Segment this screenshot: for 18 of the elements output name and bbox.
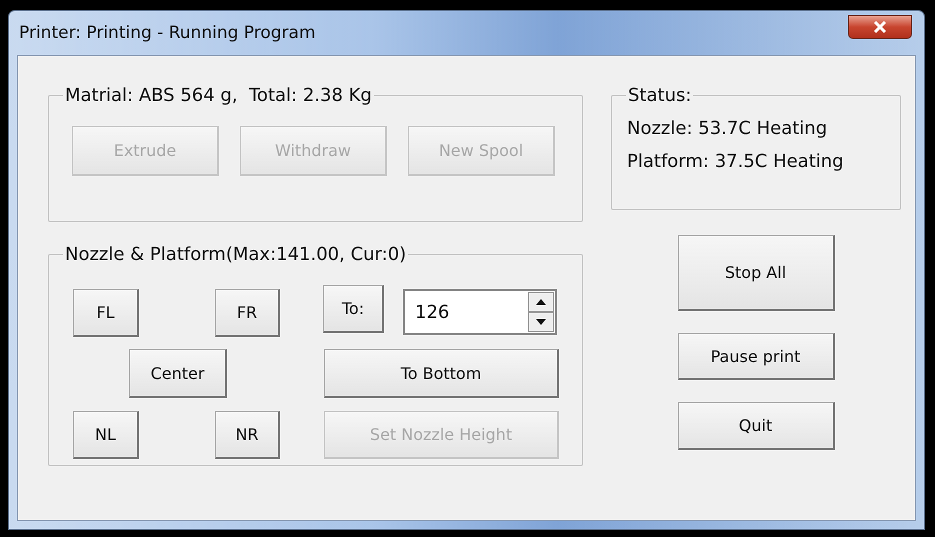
go-to-button[interactable]: To: (323, 285, 384, 333)
move-button[interactable]: FR (215, 289, 280, 337)
close-icon (873, 21, 887, 33)
move-button[interactable]: NR (215, 411, 280, 459)
group-title: Matrial: ABS 564 g, Total: 2.38 Kg (64, 85, 373, 106)
status-text: Platform: 37.5C Heating (627, 151, 845, 172)
control-button[interactable]: Quit (678, 402, 834, 450)
control-button[interactable]: Pause print (678, 333, 834, 380)
window-title: Printer: Printing - Running Program (19, 23, 316, 43)
status-text: Nozzle: 53.7C Heating (627, 118, 828, 139)
move-button[interactable]: NL (73, 411, 139, 459)
action-button[interactable]: To Bottom (324, 349, 559, 398)
control-button[interactable]: Stop All (678, 235, 834, 311)
group-title: Status: (627, 85, 692, 106)
move-button[interactable]: FL (73, 289, 139, 337)
close-button[interactable] (848, 15, 912, 39)
group-title: Nozzle & Platform(Max:141.00, Cur:0) (64, 244, 408, 265)
move-button[interactable]: Center (129, 349, 227, 398)
